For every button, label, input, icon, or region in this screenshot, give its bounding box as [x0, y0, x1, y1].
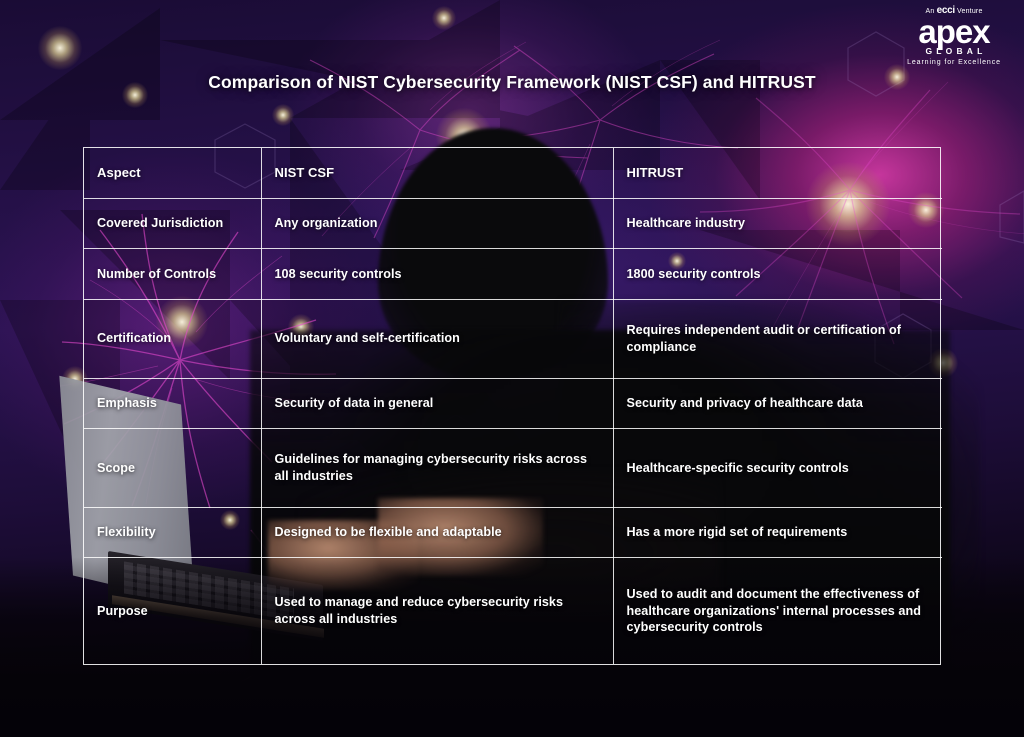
comparison-table-container: Aspect NIST CSF HITRUST Covered Jurisdic… [83, 147, 942, 665]
cell-nist-csf: Guidelines for managing cybersecurity ri… [261, 428, 614, 508]
table-row: Purpose Used to manage and reduce cybers… [84, 557, 942, 664]
cell-hitrust: 1800 security controls [613, 248, 942, 300]
cell-nist-csf: Voluntary and self-certification [261, 299, 614, 379]
apex-global-logo: An ecci Venture apex GLOBAL Learning for… [898, 6, 1010, 67]
cell-aspect: Flexibility [84, 507, 262, 559]
cell-nist-csf: Security of data in general [261, 378, 614, 429]
cell-hitrust: Healthcare-specific security controls [613, 428, 942, 508]
logo-apex-text: apex [918, 13, 990, 50]
comparison-table: Aspect NIST CSF HITRUST Covered Jurisdic… [84, 148, 942, 664]
column-header-hitrust: HITRUST [613, 148, 942, 199]
cell-aspect: Scope [84, 428, 262, 508]
table-body: Aspect NIST CSF HITRUST Covered Jurisdic… [84, 148, 942, 664]
cell-aspect: Covered Jurisdiction [84, 198, 262, 250]
cell-nist-csf: Designed to be flexible and adaptable [261, 507, 614, 559]
cell-aspect: Emphasis [84, 378, 262, 429]
infographic-canvas: An ecci Venture apex GLOBAL Learning for… [0, 0, 1024, 737]
table-row: Emphasis Security of data in general Sec… [84, 378, 942, 429]
table-row: Certification Voluntary and self-certifi… [84, 299, 942, 379]
column-header-aspect: Aspect [84, 148, 262, 199]
cell-nist-csf: Used to manage and reduce cybersecurity … [261, 557, 614, 664]
cell-aspect: Certification [84, 299, 262, 379]
logo-tagline: Learning for Excellence [907, 58, 1001, 66]
table-row: Number of Controls 108 security controls… [84, 248, 942, 300]
cell-aspect: Purpose [84, 557, 262, 664]
table-row: Flexibility Designed to be flexible and … [84, 507, 942, 559]
cell-nist-csf: 108 security controls [261, 248, 614, 300]
table-header-row: Aspect NIST CSF HITRUST [84, 148, 942, 199]
cell-hitrust: Security and privacy of healthcare data [613, 378, 942, 429]
cell-hitrust: Healthcare industry [613, 198, 942, 250]
table-row: Covered Jurisdiction Any organization He… [84, 198, 942, 250]
column-header-nist-csf: NIST CSF [261, 148, 614, 199]
cell-nist-csf: Any organization [261, 198, 614, 250]
cell-hitrust: Requires independent audit or certificat… [613, 299, 942, 379]
cell-hitrust: Has a more rigid set of requirements [613, 507, 942, 559]
table-row: Scope Guidelines for managing cybersecur… [84, 428, 942, 508]
cell-aspect: Number of Controls [84, 248, 262, 300]
cell-hitrust: Used to audit and document the effective… [626, 586, 921, 635]
page-title: Comparison of NIST Cybersecurity Framewo… [208, 72, 816, 92]
